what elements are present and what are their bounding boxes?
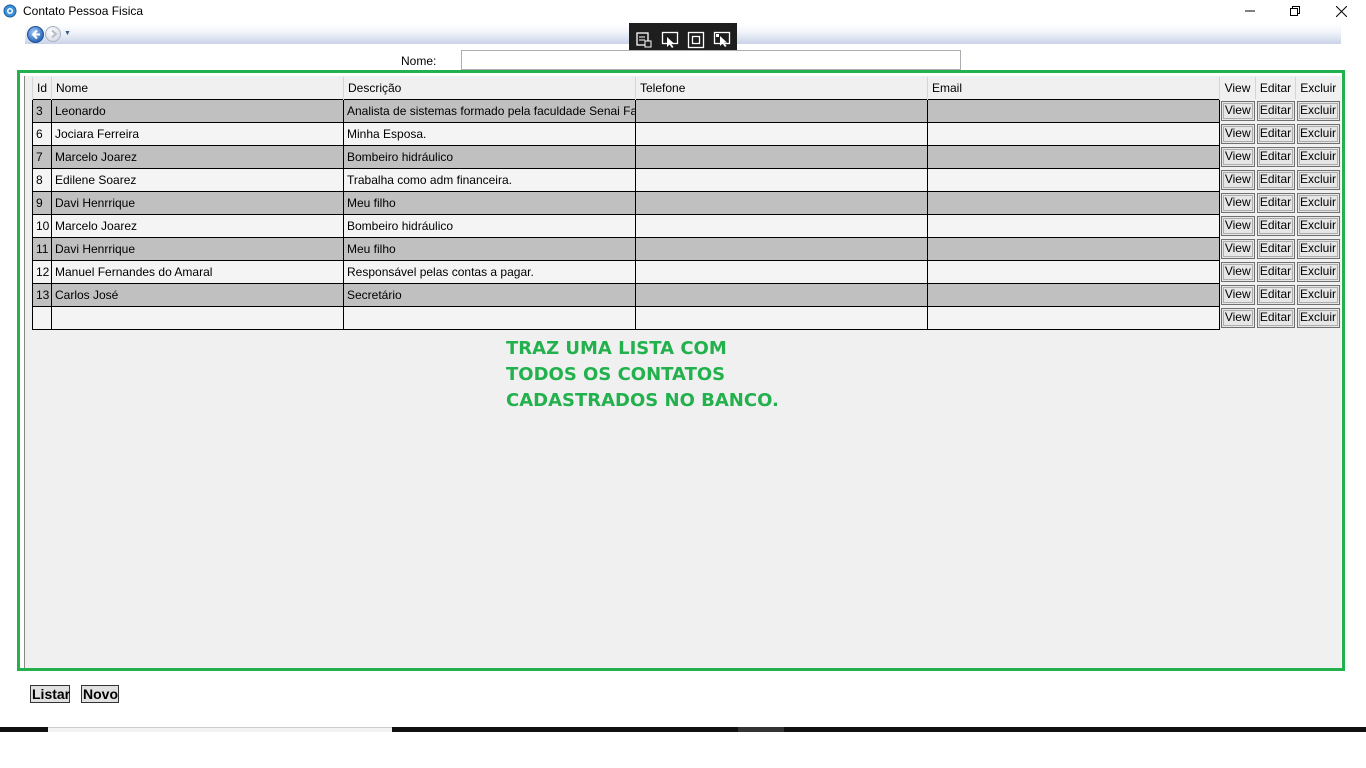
pointer-icon[interactable] [661, 31, 679, 49]
taskbar-item[interactable] [48, 727, 392, 732]
novo-button[interactable]: Novo [81, 685, 119, 703]
forward-arrow-icon [51, 29, 58, 39]
gear-window-icon [3, 4, 17, 18]
maximize-button[interactable] [1272, 0, 1318, 22]
minimize-button[interactable] [1227, 0, 1273, 22]
close-icon [1335, 5, 1347, 17]
select-element-icon[interactable] [635, 31, 653, 49]
highlight-frame [17, 70, 1345, 671]
nome-input[interactable] [461, 50, 961, 70]
app-window: Contato Pessoa Fisica ▼ Nome: Id Nome De… [0, 0, 1366, 768]
close-button[interactable] [1318, 0, 1364, 22]
window-title: Contato Pessoa Fisica [23, 4, 144, 18]
restore-icon [1290, 6, 1300, 16]
listar-button[interactable]: Listar [30, 685, 70, 703]
nome-label: Nome: [401, 54, 437, 68]
chevron-down-icon[interactable]: ▼ [64, 30, 71, 37]
back-button[interactable] [27, 26, 44, 43]
taskbar-item[interactable] [738, 727, 784, 732]
title-bar: Contato Pessoa Fisica [0, 0, 1366, 22]
minimize-icon [1245, 10, 1255, 12]
layout-adorner-icon[interactable] [687, 31, 705, 49]
track-focus-icon[interactable] [713, 31, 731, 49]
back-arrow-icon [31, 29, 40, 40]
forward-button[interactable] [45, 26, 61, 42]
